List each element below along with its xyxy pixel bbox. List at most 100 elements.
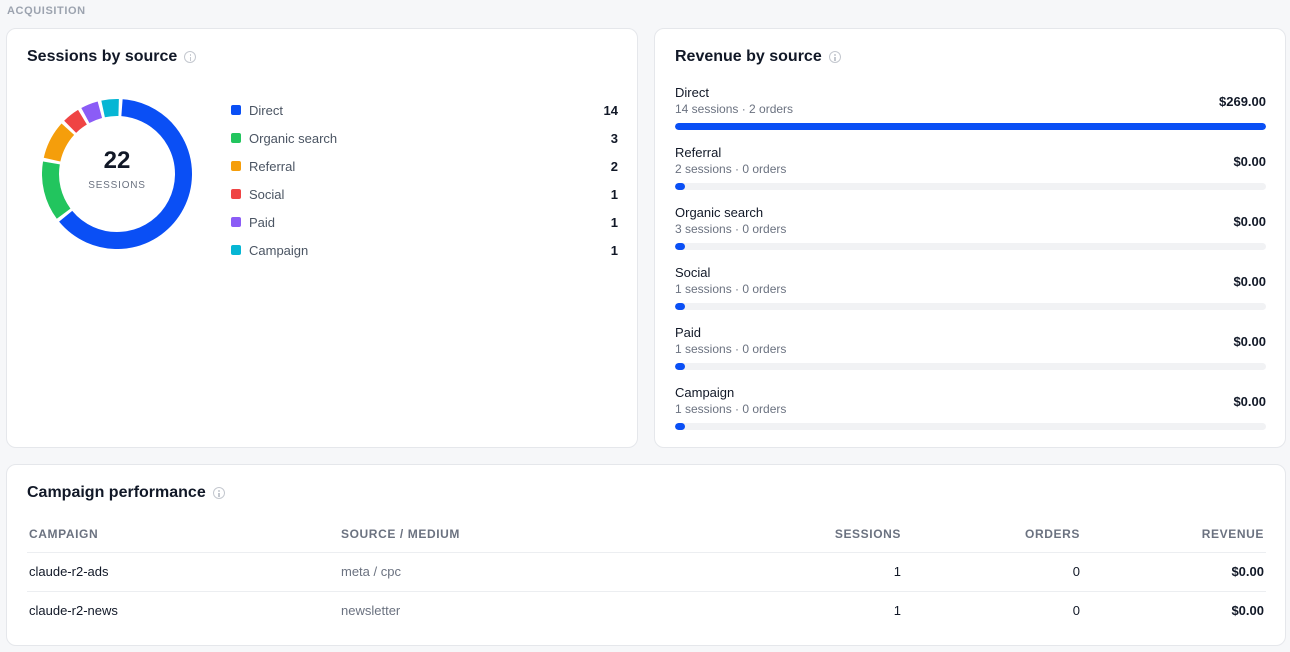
donut-segment-social[interactable] [64, 109, 88, 134]
revenue-bar-fill [675, 123, 1266, 130]
column-header-campaign[interactable]: CAMPAIGN [27, 523, 339, 553]
revenue-amount: $0.00 [1233, 154, 1266, 169]
revenue-amount: $0.00 [1233, 394, 1266, 409]
legend-label: Campaign [249, 242, 309, 258]
legend-value: 1 [610, 186, 618, 202]
legend-value: 3 [610, 130, 618, 146]
legend-swatch [231, 189, 241, 199]
revenue-source-name: Organic search [675, 205, 764, 220]
legend-item-organic-search: Organic search 3 [231, 124, 618, 152]
legend-swatch [231, 245, 241, 255]
revenue-by-source-card: Revenue by source Direct 14 sessions · 2… [654, 28, 1286, 448]
sessions-card-title: Sessions by source [27, 48, 178, 65]
table-header-row: CAMPAIGN SOURCE / MEDIUM SESSIONS ORDERS… [27, 523, 1266, 553]
revenue-bar-track [675, 243, 1266, 250]
campaign-orders: 0 [1072, 603, 1080, 619]
revenue-row-organic-search: Organic search 3 sessions · 0 orders $0.… [675, 205, 1266, 265]
section-label: ACQUISITION [7, 5, 86, 17]
legend-item-campaign: Campaign 1 [231, 236, 618, 264]
campaign-name: claude-r2-ads [27, 552, 339, 592]
revenue-bar-track [675, 123, 1266, 130]
legend-label: Organic search [249, 130, 338, 146]
revenue-row-direct: Direct 14 sessions · 2 orders $269.00 [675, 85, 1266, 145]
donut-total-label: SESSIONS [88, 180, 146, 191]
revenue-source-name: Referral [675, 145, 722, 160]
campaign-card-header: Campaign performance [27, 484, 225, 502]
legend-label: Referral [249, 158, 296, 174]
column-header-sessions[interactable]: SESSIONS [679, 523, 903, 553]
campaign-revenue: $0.00 [1231, 603, 1264, 619]
revenue-card-title: Revenue by source [675, 48, 822, 65]
revenue-amount: $0.00 [1233, 334, 1266, 349]
table-row[interactable]: claude-r2-news newsletter 1 0 $0.00 [27, 591, 1266, 630]
campaign-sessions: 1 [893, 603, 901, 619]
revenue-amount: $0.00 [1233, 214, 1266, 229]
revenue-bar-track [675, 423, 1266, 430]
campaign-performance-card: Campaign performance CAMPAIGN SOURCE / M… [6, 464, 1286, 646]
legend-swatch [231, 161, 241, 171]
info-icon[interactable] [184, 51, 197, 63]
legend-swatch [231, 133, 241, 143]
revenue-card-header: Revenue by source [675, 48, 841, 66]
sessions-by-source-card: Sessions by source 22 SESSIONS Direct 14… [6, 28, 638, 448]
campaign-sessions: 1 [679, 552, 903, 592]
revenue-bar-fill [675, 423, 685, 430]
revenue-source-meta: 1 sessions · 0 orders [675, 342, 787, 356]
campaign-revenue: $0.00 [1082, 552, 1266, 592]
legend-swatch [231, 217, 241, 227]
legend-item-referral: Referral 2 [231, 152, 618, 180]
campaign-orders: 0 [903, 552, 1082, 592]
revenue-source-meta: 14 sessions · 2 orders [675, 102, 794, 116]
info-icon[interactable] [828, 51, 841, 63]
revenue-source-meta: 1 sessions · 0 orders [675, 402, 787, 416]
revenue-row-campaign: Campaign 1 sessions · 0 orders $0.00 [675, 385, 1266, 445]
column-header-source-medium[interactable]: SOURCE / MEDIUM [339, 523, 679, 553]
column-header-revenue[interactable]: REVENUE [1082, 523, 1266, 553]
revenue-row-referral: Referral 2 sessions · 0 orders $0.00 [675, 145, 1266, 205]
legend-value: 1 [610, 214, 618, 230]
table-row[interactable]: claude-r2-ads meta / cpc 1 0 $0.00 [27, 552, 1266, 592]
legend-item-social: Social 1 [231, 180, 618, 208]
legend-item-paid: Paid 1 [231, 208, 618, 236]
sessions-card-header: Sessions by source [27, 48, 197, 66]
revenue-source-meta: 2 sessions · 0 orders [675, 162, 787, 176]
column-header-orders[interactable]: ORDERS [903, 523, 1082, 553]
revenue-bar-fill [675, 303, 685, 310]
revenue-source-name: Paid [675, 325, 702, 340]
campaign-source-medium: meta / cpc [339, 552, 679, 592]
campaign-name: claude-r2-news [29, 603, 118, 619]
sessions-legend: Direct 14 Organic search 3 Referral 2 So… [231, 96, 618, 264]
revenue-amount: $269.00 [1219, 94, 1266, 109]
legend-swatch [231, 105, 241, 115]
donut-segment-campaign[interactable] [101, 99, 119, 118]
revenue-bar-fill [675, 183, 685, 190]
legend-label: Direct [249, 102, 283, 118]
revenue-bar-track [675, 183, 1266, 190]
revenue-bar-fill [675, 363, 685, 370]
revenue-row-social: Social 1 sessions · 0 orders $0.00 [675, 265, 1266, 325]
campaign-table: CAMPAIGN SOURCE / MEDIUM SESSIONS ORDERS… [27, 523, 1266, 630]
revenue-row-paid: Paid 1 sessions · 0 orders $0.00 [675, 325, 1266, 385]
revenue-source-meta: 3 sessions · 0 orders [675, 222, 787, 236]
donut-center: 22 SESSIONS [42, 147, 192, 191]
legend-item-direct: Direct 14 [231, 96, 618, 124]
legend-value: 1 [610, 242, 618, 258]
legend-label: Social [249, 186, 285, 202]
sessions-donut-chart: 22 SESSIONS [42, 99, 192, 249]
legend-label: Paid [249, 214, 276, 230]
revenue-amount: $0.00 [1233, 274, 1266, 289]
revenue-bar-track [675, 363, 1266, 370]
info-icon[interactable] [212, 487, 225, 499]
legend-value: 2 [610, 158, 618, 174]
revenue-source-name: Direct [675, 85, 709, 100]
revenue-source-name: Campaign [675, 385, 735, 400]
donut-segment-paid[interactable] [81, 101, 103, 124]
revenue-bar-fill [675, 243, 685, 250]
campaign-source-medium: newsletter [341, 603, 401, 619]
revenue-bar-track [675, 303, 1266, 310]
revenue-source-meta: 1 sessions · 0 orders [675, 282, 787, 296]
legend-value: 14 [603, 102, 618, 118]
revenue-list: Direct 14 sessions · 2 orders $269.00 Re… [675, 85, 1266, 445]
revenue-source-name: Social [675, 265, 711, 280]
donut-total: 22 [103, 147, 131, 174]
